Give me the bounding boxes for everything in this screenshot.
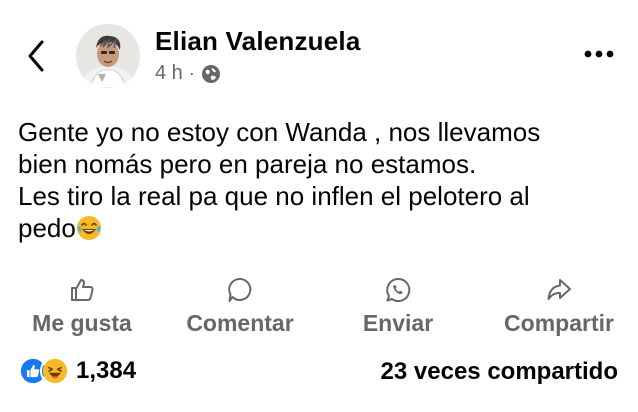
reaction-count: 1,384 [76, 357, 137, 384]
whatsapp-icon [386, 277, 411, 302]
post-text: Gente yo no estoy con Wanda , nos llevam… [18, 116, 618, 244]
share-button[interactable]: Compartir [494, 274, 624, 338]
post-time[interactable]: 4 h [155, 62, 183, 85]
share-count[interactable]: 23 veces compartido [381, 358, 618, 386]
post-text-line: pedo [18, 213, 76, 243]
like-label: Me gusta [32, 310, 132, 336]
post-stats: 1,384 23 veces compartido [0, 352, 638, 392]
post-actions: Me gusta Comentar Enviar Compartir [0, 274, 638, 338]
comment-button[interactable]: Comentar [178, 274, 302, 338]
send-label: Enviar [362, 310, 434, 336]
laughing-tears-emoji-icon [76, 216, 101, 240]
reactions-summary[interactable]: 1,384 [18, 356, 136, 386]
haha-reaction-icon [40, 356, 70, 386]
post-text-line: bien nomás pero en pareja no estamos. [18, 149, 477, 179]
more-options-icon[interactable] [582, 42, 616, 66]
post-text-line: Gente yo no estoy con Wanda , nos llevam… [18, 117, 541, 147]
post-text-last-line: pedo [18, 212, 618, 244]
share-label: Compartir [504, 310, 614, 336]
avatar-photo [76, 24, 140, 88]
like-button[interactable]: Me gusta [22, 274, 142, 338]
post-header: Elian Valenzuela 4 h · [0, 0, 638, 100]
share-arrow-icon [547, 279, 571, 300]
author-name[interactable]: Elian Valenzuela [155, 26, 361, 57]
post-text-line: Les tiro la real pa que no inflen el pel… [18, 181, 530, 211]
avatar[interactable] [76, 24, 140, 88]
meta-separator: · [188, 63, 195, 83]
comment-bubble-icon [228, 277, 252, 302]
thumbs-up-outline-icon [71, 279, 94, 301]
comment-label: Comentar [186, 310, 294, 336]
globe-icon [201, 64, 220, 83]
back-chevron-icon[interactable] [22, 36, 52, 76]
post-meta: 4 h · [155, 62, 221, 85]
send-button[interactable]: Enviar [350, 274, 446, 338]
